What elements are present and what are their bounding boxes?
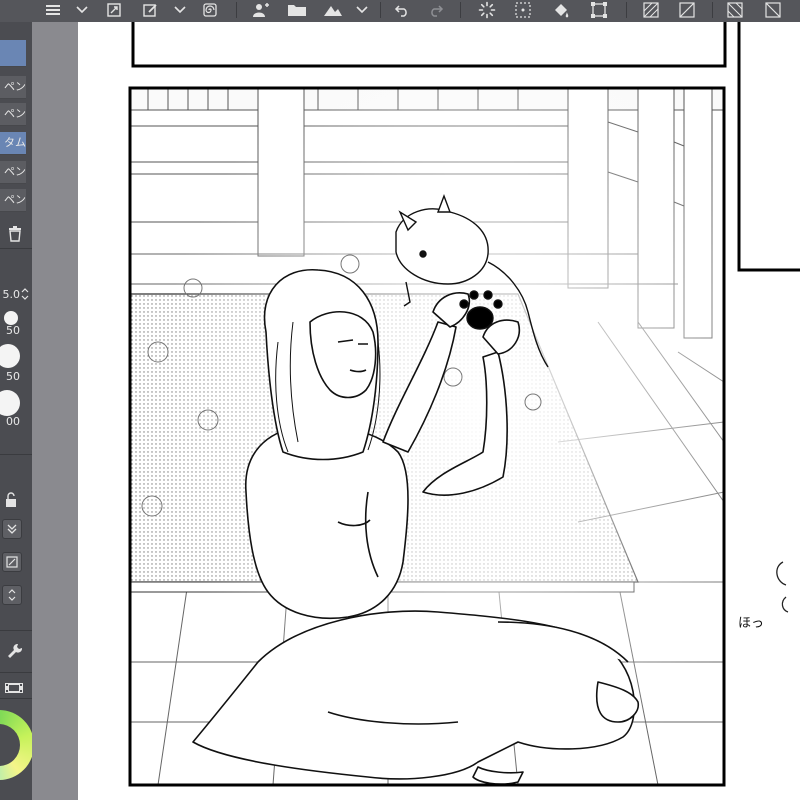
brush-preset-dot[interactable] <box>4 311 18 325</box>
subtool-label: タム <box>4 136 26 149</box>
fill-icon[interactable] <box>548 0 574 20</box>
undo-icon[interactable] <box>390 0 414 20</box>
canvas-area[interactable] <box>78 22 800 800</box>
add-user-icon[interactable] <box>248 0 274 20</box>
brush-preset-value[interactable]: 50 <box>0 370 20 383</box>
color-wheel-icon[interactable] <box>0 710 32 780</box>
subtool-label: ペン <box>4 107 26 120</box>
subtool-label: ペン <box>4 193 26 206</box>
top-toolbar <box>0 0 800 23</box>
hatching-icon[interactable] <box>638 0 664 20</box>
chevron-down-icon[interactable] <box>172 0 188 20</box>
film-icon[interactable] <box>4 679 24 698</box>
comic-panel-main <box>128 86 726 787</box>
subtool-item[interactable]: ペン <box>0 189 26 212</box>
subtool-label: ペン <box>4 165 26 178</box>
brush-size-value[interactable]: 5.0 <box>0 288 21 301</box>
spiral-icon[interactable] <box>198 0 222 20</box>
selection-icon[interactable] <box>586 0 612 20</box>
stepper-icon[interactable] <box>2 585 22 605</box>
subtool-item[interactable]: ペン <box>0 103 26 126</box>
canvas-gutter <box>32 22 78 800</box>
subtool-item[interactable]: ペン <box>0 161 26 184</box>
chevron-down-icon[interactable] <box>74 0 90 20</box>
manga-page-art <box>128 22 800 787</box>
dotted-grid-icon[interactable] <box>510 0 536 20</box>
chevron-down-icon[interactable] <box>354 0 370 20</box>
brush-preset-value[interactable]: 50 <box>0 324 20 337</box>
hatching-icon[interactable] <box>722 0 748 20</box>
image-icon[interactable] <box>320 0 346 20</box>
loading-spinner-icon[interactable] <box>474 0 500 20</box>
speech-bubble-edge <box>776 561 787 586</box>
brush-preset-dot[interactable] <box>0 344 20 368</box>
chevron-double-down-icon[interactable] <box>2 519 22 539</box>
wrench-icon[interactable] <box>6 642 24 664</box>
trash-icon[interactable] <box>8 226 22 246</box>
hatching-icon[interactable] <box>674 0 700 20</box>
subtool-header[interactable] <box>0 40 26 67</box>
lock-icon[interactable] <box>4 492 18 512</box>
stepper-icon[interactable] <box>20 286 30 305</box>
transform-icon[interactable] <box>102 0 126 20</box>
redo-icon[interactable] <box>424 0 448 20</box>
brush-preset-value[interactable]: 00 <box>0 415 20 428</box>
handwritten-note: ほっ <box>738 616 765 631</box>
hatching-icon[interactable] <box>760 0 786 20</box>
open-folder-icon[interactable] <box>284 0 310 20</box>
mask-icon[interactable] <box>2 552 22 572</box>
subtool-item[interactable]: ペン <box>0 76 26 99</box>
brush-preset-dot[interactable] <box>0 390 20 416</box>
menu-icon[interactable] <box>42 0 64 20</box>
tool-palette: ペン ペン タム ペン ペン 5.0 50 50 00 <box>0 22 33 800</box>
subtool-label: ペン <box>4 80 26 93</box>
edit-layer-icon[interactable] <box>138 0 162 20</box>
comic-panel-right <box>737 22 800 272</box>
subtool-item-selected[interactable]: タム <box>0 132 26 155</box>
comic-panel-top <box>131 22 727 68</box>
